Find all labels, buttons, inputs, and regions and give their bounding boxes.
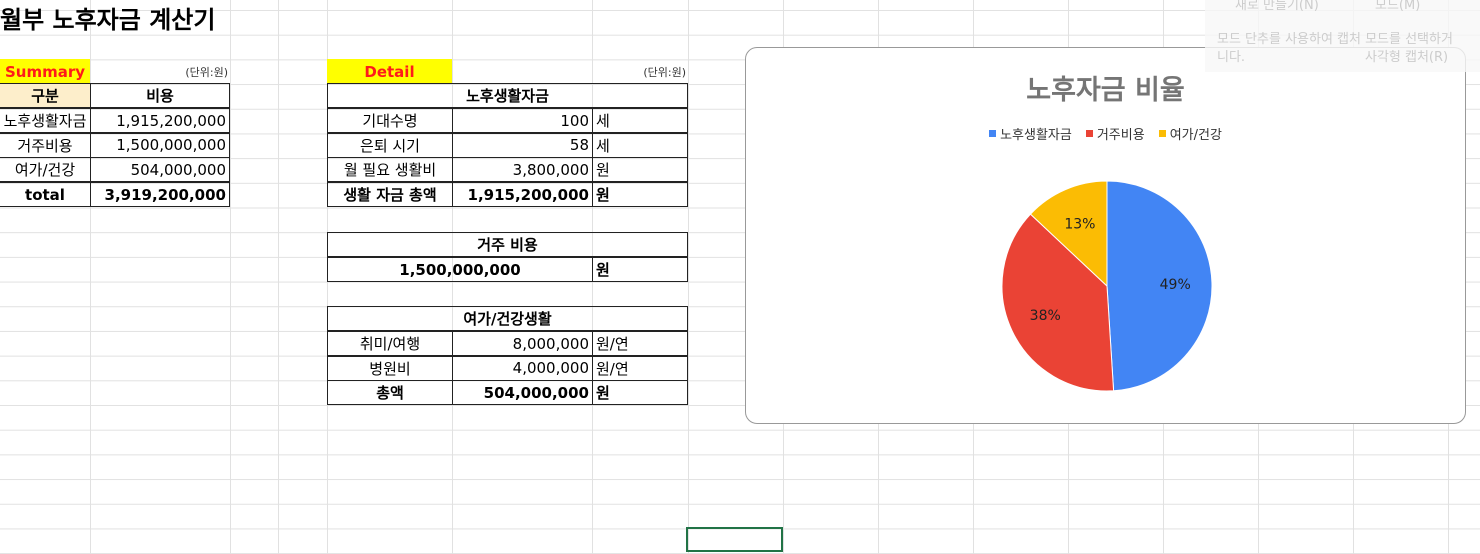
detail-item-unit: 원 (592, 157, 688, 183)
summary-header-cost: 비용 (90, 83, 230, 108)
detail-item-label: 취미/여행 (327, 331, 453, 356)
housing-unit: 원 (592, 257, 688, 282)
detail-item-label: 기대수명 (327, 108, 453, 133)
summary-label: Summary (0, 59, 90, 84)
living-header: 노후생활자금 (327, 83, 688, 108)
column-gridline (688, 0, 689, 554)
snip-new-button[interactable]: 새로 만들기(N) (1235, 0, 1319, 13)
detail-total-label: 생활 자금 총액 (327, 182, 453, 208)
detail-item-unit: 세 (592, 132, 688, 158)
snip-hint: 모드 단추를 사용하여 캡처 모드를 선택하거 (1217, 32, 1453, 47)
detail-item-label: 월 필요 생활비 (327, 157, 453, 183)
detail-item-value: 58 (452, 132, 593, 158)
detail-item-value: 8,000,000 (452, 331, 593, 356)
snip-rect-capture[interactable]: 사각형 캡처(R) (1365, 46, 1448, 65)
detail-item-value: 4,000,000 (452, 355, 593, 381)
snipping-tool-overlay[interactable]: 새로 만들기(N) 모드(M) 모드 단추를 사용하여 캡처 모드를 선택하거 … (1205, 0, 1480, 72)
sheet-title: 월부 노후자금 계산기 (0, 5, 216, 34)
column-gridline (230, 0, 231, 554)
pie-data-label: 13% (1064, 216, 1095, 232)
summary-cost: 1,500,000,000 (90, 132, 230, 158)
housing-header: 거주 비용 (327, 232, 688, 257)
detail-unit: (단위:원) (643, 65, 686, 79)
detail-label: Detail (327, 59, 452, 84)
detail-total-value: 1,915,200,000 (452, 182, 593, 208)
detail-total-unit: 원 (592, 380, 688, 406)
summary-unit: (단위:원) (185, 65, 228, 79)
summary-total-label: total (0, 182, 91, 207)
snip-hint-2: 니다. (1217, 50, 1246, 65)
detail-total-label: 총액 (327, 380, 453, 406)
summary-total-value: 3,919,200,000 (90, 182, 230, 207)
column-gridline (278, 0, 279, 554)
detail-item-unit: 원/연 (592, 331, 688, 356)
detail-total-unit: 원 (592, 182, 688, 208)
summary-cost: 1,915,200,000 (90, 108, 230, 133)
snip-mode-button[interactable]: 모드(M) (1375, 0, 1420, 13)
housing-value: 1,500,000,000 (327, 257, 593, 282)
summary-category: 거주비용 (0, 132, 91, 158)
pie-chart[interactable]: 노후자금 비율 노후생활자금 거주비용 여가/건강 49% 38% 13% (745, 47, 1466, 424)
summary-cost: 504,000,000 (90, 157, 230, 183)
summary-header-category: 구분 (0, 83, 91, 108)
detail-item-unit: 원/연 (592, 355, 688, 381)
pie-data-label: 49% (1160, 277, 1191, 293)
selected-cell[interactable] (686, 527, 783, 552)
summary-category: 여가/건강 (0, 157, 91, 183)
detail-item-value: 100 (452, 108, 593, 133)
detail-item-unit: 세 (592, 108, 688, 133)
summary-category: 노후생활자금 (0, 108, 91, 133)
detail-total-value: 504,000,000 (452, 380, 593, 406)
detail-item-value: 3,800,000 (452, 157, 593, 183)
pie-plot: 49% 38% 13% (1001, 180, 1213, 392)
detail-item-label: 은퇴 시기 (327, 132, 453, 158)
detail-item-label: 병원비 (327, 355, 453, 381)
pie-data-label: 38% (1030, 308, 1061, 324)
leisure-header: 여가/건강생활 (327, 306, 688, 331)
